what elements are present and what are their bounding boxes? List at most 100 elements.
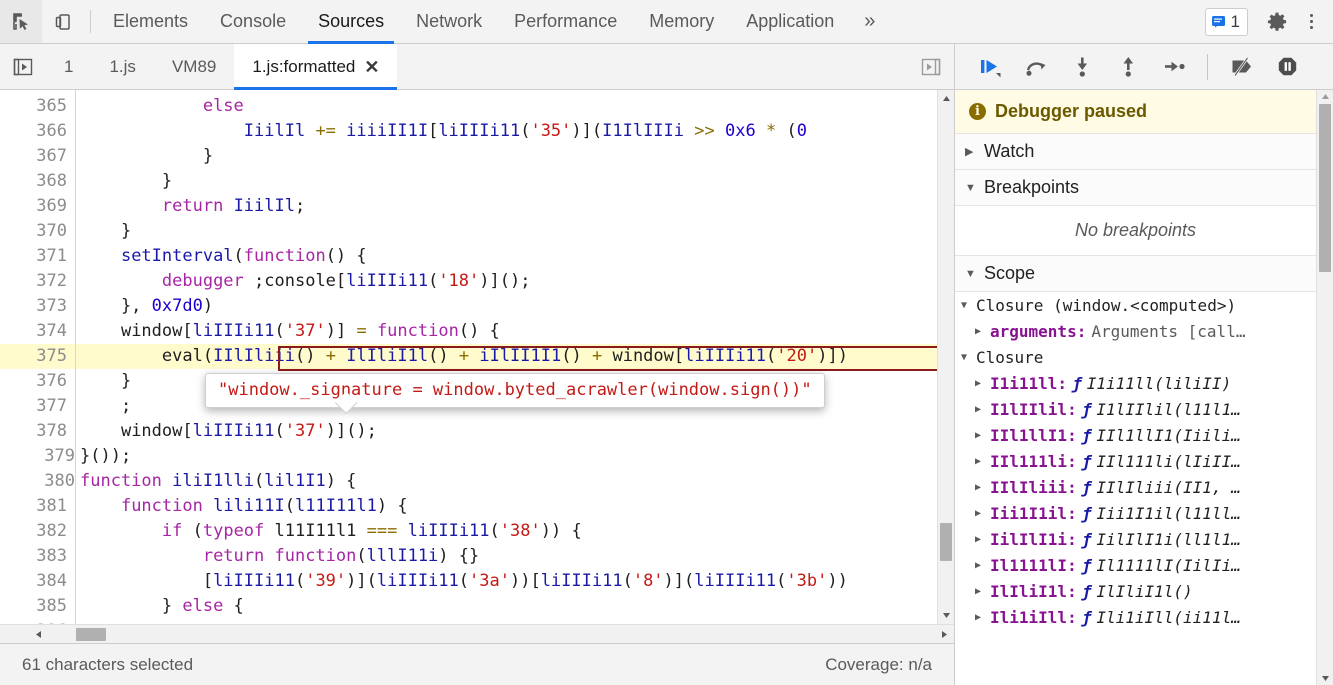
- chevron-down-icon[interactable]: ▼: [961, 352, 971, 363]
- line-number[interactable]: 366: [0, 119, 75, 144]
- line-number[interactable]: 370: [0, 219, 75, 244]
- code-line[interactable]: }: [76, 144, 937, 169]
- code-line[interactable]: }: [76, 169, 937, 194]
- code-line[interactable]: if (typeof l11I11l1 === liIIIi11('38')) …: [76, 519, 937, 544]
- scroll-left-icon[interactable]: [0, 630, 76, 639]
- file-tab-1[interactable]: 1: [46, 44, 91, 89]
- scope-property-row[interactable]: ▶ Iii1I1il: ƒ Iii1I1il(l11ll…: [955, 500, 1316, 526]
- chevron-right-icon[interactable]: ▶: [975, 326, 985, 337]
- scope-property-row[interactable]: ▶ IlIliI1l: ƒ IlIliI1l(): [955, 578, 1316, 604]
- code-line[interactable]: }());: [76, 444, 937, 469]
- section-breakpoints[interactable]: ▼ Breakpoints: [955, 170, 1316, 206]
- line-number[interactable]: 382: [0, 519, 75, 544]
- line-number[interactable]: 384: [0, 569, 75, 594]
- sidebar-vertical-scrollbar[interactable]: [1316, 90, 1333, 685]
- pause-on-exceptions-button[interactable]: [1266, 46, 1308, 88]
- chevron-right-icon[interactable]: ▶: [975, 378, 985, 389]
- line-number[interactable]: 365: [0, 94, 75, 119]
- code-line[interactable]: eval(IIlIliii() + IlIliI1l() + iIlII1I1(…: [76, 344, 937, 369]
- chevron-right-icon[interactable]: ▶: [975, 508, 985, 519]
- tab-network[interactable]: Network: [400, 0, 498, 43]
- code-line[interactable]: }, 0x7d0): [76, 294, 937, 319]
- step-button[interactable]: [1153, 46, 1195, 88]
- scope-property-row[interactable]: ▶ IilIlI1i: ƒ IilIlI1i(ll1l1…: [955, 526, 1316, 552]
- line-number[interactable]: 368: [0, 169, 75, 194]
- close-icon[interactable]: ✕: [364, 58, 379, 76]
- step-out-button[interactable]: [1107, 46, 1149, 88]
- code-line[interactable]: else: [76, 94, 937, 119]
- tab-console[interactable]: Console: [204, 0, 302, 43]
- tab-sources[interactable]: Sources: [302, 0, 400, 44]
- chevron-right-icon[interactable]: ▶: [975, 404, 985, 415]
- scroll-up-icon[interactable]: [942, 90, 951, 107]
- chevron-right-icon[interactable]: ▶: [975, 534, 985, 545]
- scope-property-row[interactable]: ▶ I1lIIlil: ƒ I1lIIlil(l11l1…: [955, 396, 1316, 422]
- horizontal-scroll-thumb[interactable]: [76, 627, 106, 641]
- coverage-status[interactable]: Coverage: n/a: [825, 655, 932, 675]
- line-number[interactable]: 377: [0, 394, 75, 419]
- deactivate-breakpoints-button[interactable]: [1220, 46, 1262, 88]
- scope-property-row[interactable]: ▶ arguments: Arguments [call…: [955, 318, 1316, 344]
- code-line[interactable]: }: [76, 219, 937, 244]
- editor-vertical-scrollbar[interactable]: [937, 90, 954, 624]
- more-options-icon[interactable]: [1298, 14, 1325, 29]
- scope-property-row[interactable]: ▶ IIlIliii: ƒ IIlIliii(II1, …: [955, 474, 1316, 500]
- scroll-right-icon[interactable]: [934, 630, 954, 639]
- section-watch[interactable]: ▶ Watch: [955, 134, 1316, 170]
- line-number[interactable]: 369: [0, 194, 75, 219]
- scope-property-row[interactable]: ▶ I1i11ll: ƒ I1i11ll(liliII): [955, 370, 1316, 396]
- chevron-right-icon[interactable]: ▶: [975, 482, 985, 493]
- line-number[interactable]: 374: [0, 319, 75, 344]
- code-line[interactable]: function lili11I(l11I11l1) {: [76, 494, 937, 519]
- scope-closure-row[interactable]: ▼ Closure (window.<computed>): [955, 292, 1316, 318]
- sidebar-scroll-thumb[interactable]: [1319, 104, 1331, 272]
- device-toolbar-icon[interactable]: [42, 0, 84, 43]
- file-tab-1js-formatted[interactable]: 1.js:formatted ✕: [234, 44, 398, 90]
- line-number[interactable]: 383: [0, 544, 75, 569]
- line-number[interactable]: 378: [0, 419, 75, 444]
- editor-horizontal-scrollbar[interactable]: [0, 624, 954, 643]
- line-number[interactable]: 379: [0, 444, 75, 469]
- chevron-right-icon[interactable]: ▶: [975, 430, 985, 441]
- code-line[interactable]: window[liIIIi11('37')] = function() {: [76, 319, 937, 344]
- tab-elements[interactable]: Elements: [97, 0, 204, 43]
- scope-property-row[interactable]: ▶ IIl111li: ƒ IIl111li(lIiII…: [955, 448, 1316, 474]
- tab-application[interactable]: Application: [730, 0, 850, 43]
- status-badge[interactable]: 1: [1204, 7, 1248, 36]
- more-panels-icon[interactable]: »: [850, 0, 889, 43]
- line-number[interactable]: 372: [0, 269, 75, 294]
- code-line[interactable]: function iliI1lli(lil1I1) {: [76, 469, 937, 494]
- step-into-button[interactable]: [1061, 46, 1103, 88]
- show-debugger-icon[interactable]: [908, 44, 954, 89]
- chevron-right-icon[interactable]: ▶: [975, 456, 985, 467]
- file-tab-1js[interactable]: 1.js: [91, 44, 153, 89]
- line-number[interactable]: 380: [0, 469, 75, 494]
- line-number[interactable]: 373: [0, 294, 75, 319]
- line-number[interactable]: 376: [0, 369, 75, 394]
- line-number[interactable]: 367: [0, 144, 75, 169]
- chevron-right-icon[interactable]: ▶: [975, 560, 985, 571]
- scroll-down-icon[interactable]: [942, 607, 951, 624]
- sidebar-scroll-down-icon[interactable]: [1317, 674, 1333, 683]
- chevron-right-icon[interactable]: ▶: [975, 586, 985, 597]
- section-scope[interactable]: ▼ Scope: [955, 256, 1316, 292]
- scope-property-row[interactable]: ▶ Ili1iIll: ƒ Ili1iIll(ii11l…: [955, 604, 1316, 630]
- sidebar-scroll-up-icon[interactable]: [1317, 92, 1333, 101]
- scope-property-row[interactable]: ▶ Il1111lI: ƒ Il1111lI(IilIi…: [955, 552, 1316, 578]
- code-editor[interactable]: 365 366 367 368 369 370 371 372 373 374 375 376 377 3…: [0, 90, 954, 624]
- show-navigator-icon[interactable]: [0, 44, 46, 89]
- line-number[interactable]: 381: [0, 494, 75, 519]
- resume-button[interactable]: [969, 46, 1011, 88]
- code-line[interactable]: return IiilIl;: [76, 194, 937, 219]
- code-line[interactable]: } else {: [76, 594, 937, 619]
- line-number[interactable]: 385: [0, 594, 75, 619]
- tab-performance[interactable]: Performance: [498, 0, 633, 43]
- chevron-right-icon[interactable]: ▶: [975, 612, 985, 623]
- line-number[interactable]: 375: [0, 344, 75, 369]
- chevron-down-icon[interactable]: ▼: [961, 300, 971, 311]
- scope-closure-row[interactable]: ▼ Closure: [955, 344, 1316, 370]
- code-line[interactable]: window[liIIIi11('37')]();: [76, 419, 937, 444]
- gear-icon[interactable]: [1256, 11, 1298, 33]
- code-line[interactable]: debugger ;console[liIIIi11('18')]();: [76, 269, 937, 294]
- step-over-button[interactable]: [1015, 46, 1057, 88]
